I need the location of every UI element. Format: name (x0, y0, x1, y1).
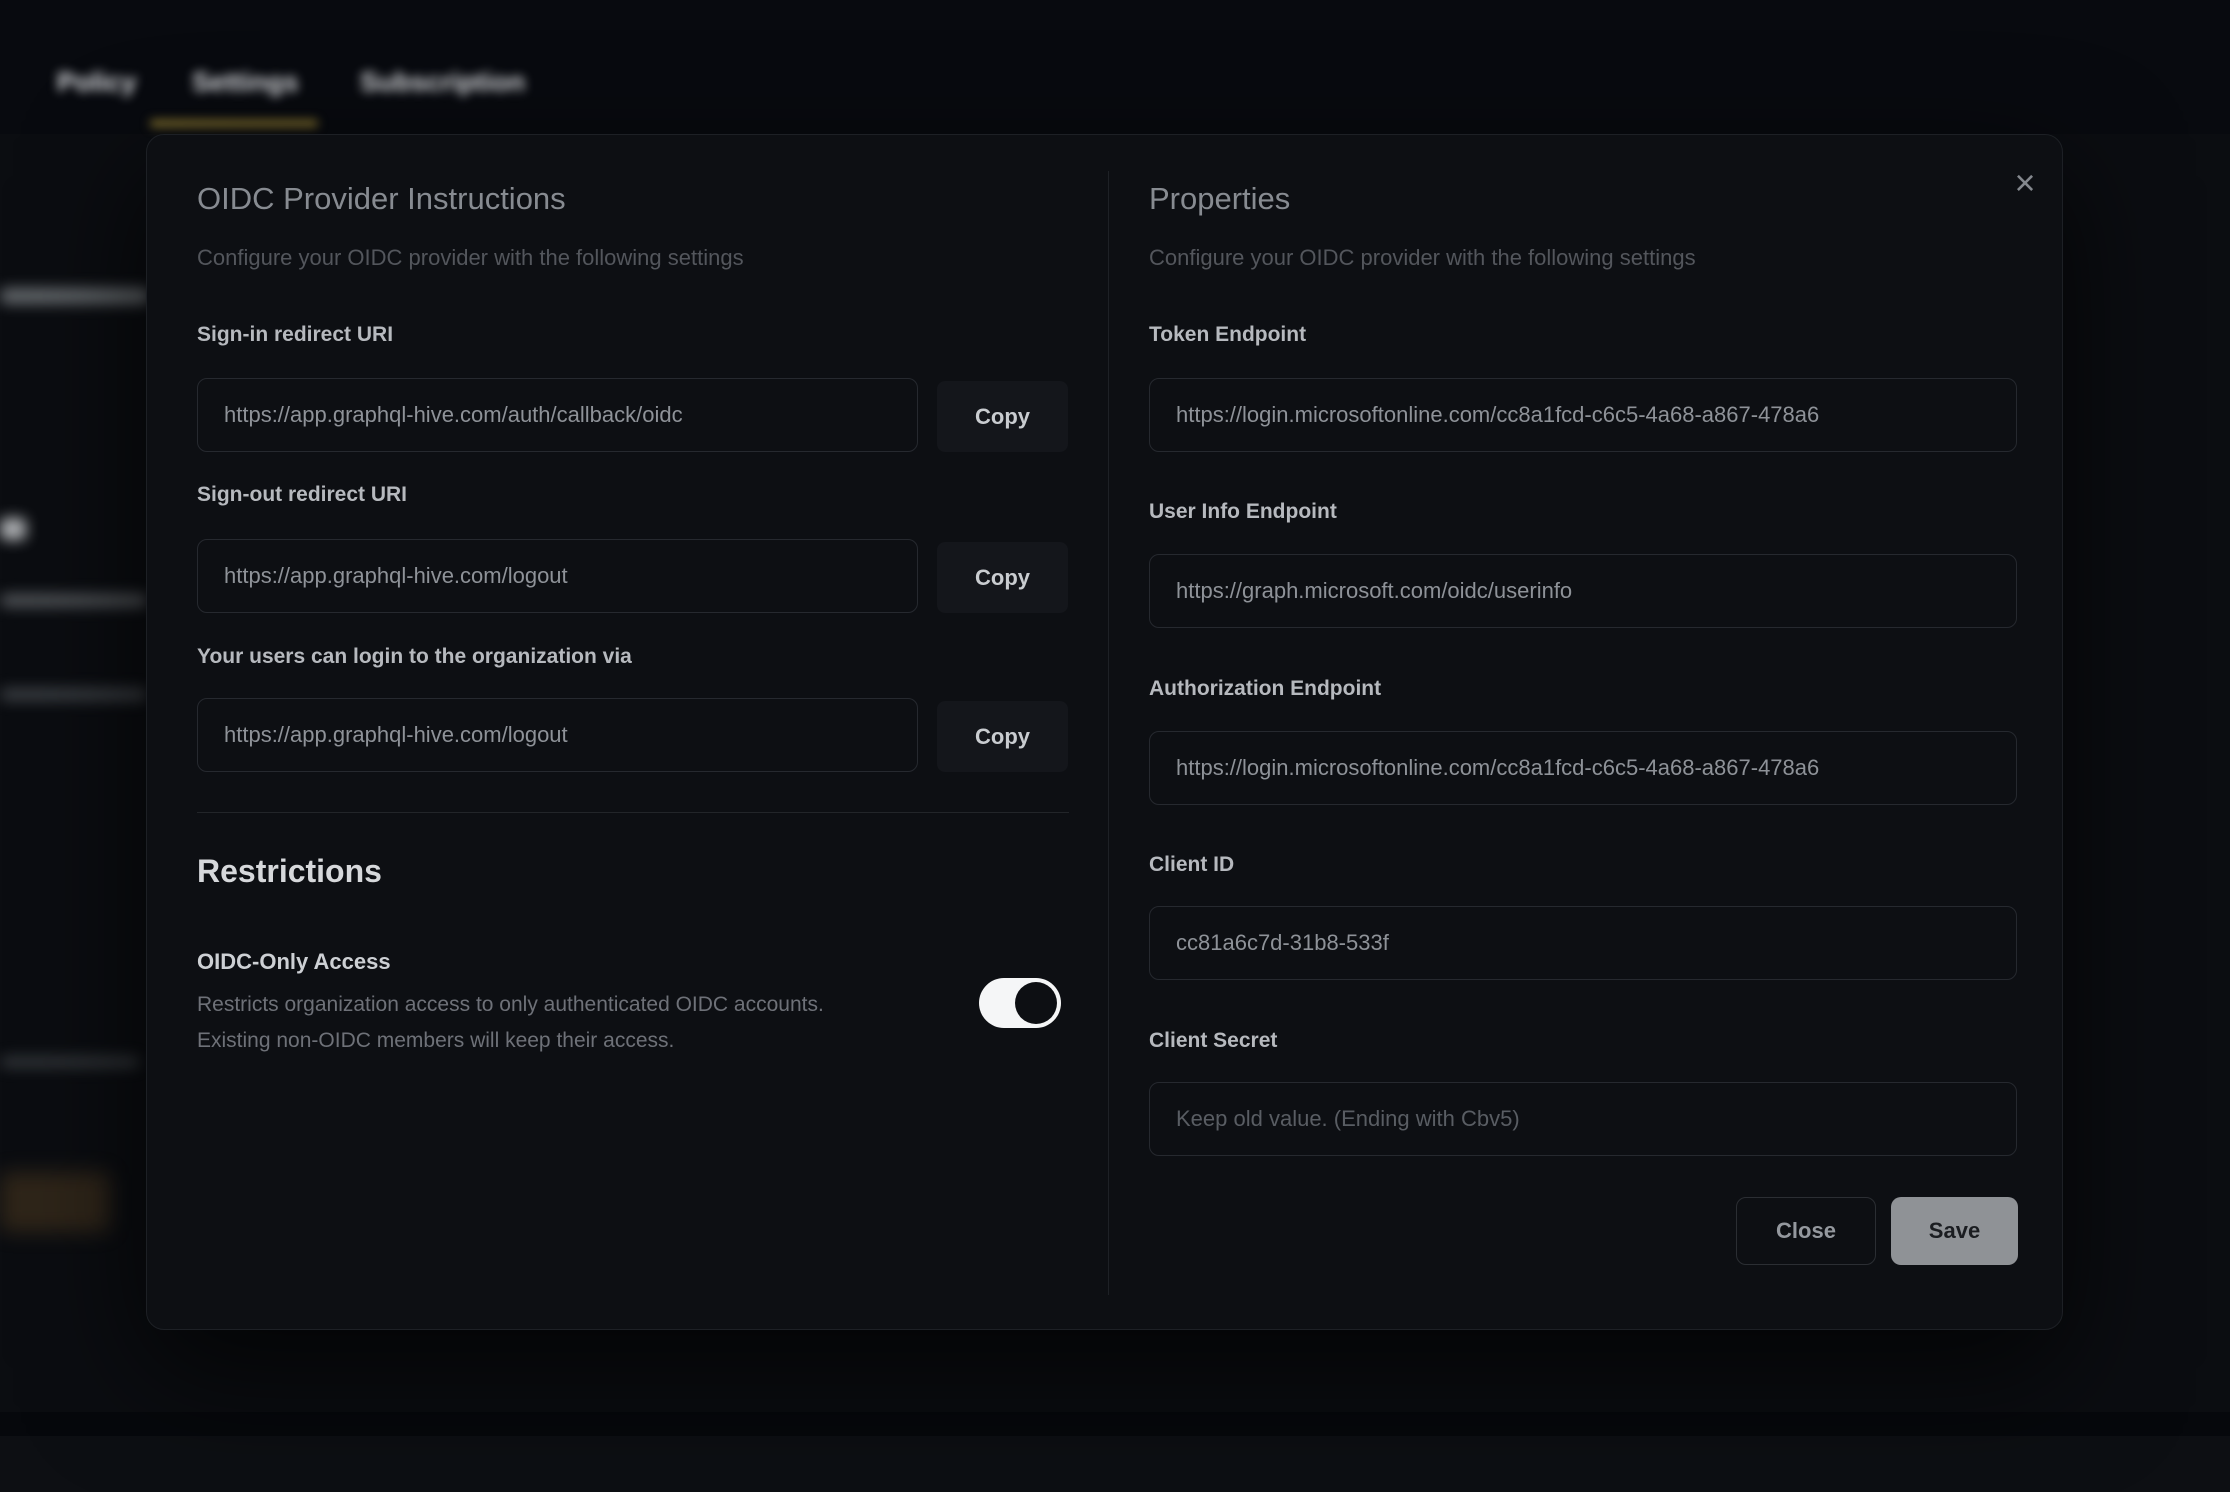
instructions-subtitle: Configure your OIDC provider with the fo… (197, 245, 744, 271)
user-info-endpoint-label: User Info Endpoint (1149, 500, 1337, 524)
close-icon[interactable]: × (2003, 161, 2047, 205)
authorization-endpoint-input[interactable] (1149, 731, 2017, 805)
user-info-endpoint-input[interactable] (1149, 554, 2017, 628)
client-secret-input[interactable] (1149, 1082, 2017, 1156)
oidc-settings-modal: × OIDC Provider Instructions Configure y… (146, 134, 2063, 1330)
copy-signin-uri-button[interactable]: Copy (937, 381, 1068, 452)
tab-subscription-label: Subscription (360, 67, 525, 98)
oidc-only-access-toggle[interactable] (979, 978, 1061, 1028)
blurred-dot (0, 518, 26, 540)
restrictions-divider (197, 812, 1069, 813)
blurred-button (0, 1172, 110, 1232)
blurred-text-line (0, 594, 148, 607)
properties-subtitle: Configure your OIDC provider with the fo… (1149, 245, 1696, 271)
restrictions-title: Restrictions (197, 853, 382, 890)
tab-policy-label: Policy (57, 67, 137, 98)
blurred-text-line (0, 288, 150, 304)
oidc-only-access-description-line2: Existing non-OIDC members will keep thei… (197, 1023, 674, 1059)
blurred-text-line (0, 688, 148, 701)
token-endpoint-label: Token Endpoint (1149, 323, 1306, 347)
tab-subscription[interactable]: Subscription (360, 62, 525, 102)
active-tab-underline (150, 120, 318, 127)
page-footer-strip (0, 1412, 2230, 1436)
oidc-only-access-description-line1: Restricts organization access to only au… (197, 987, 824, 1023)
signout-redirect-uri-input[interactable] (197, 539, 918, 613)
token-endpoint-input[interactable] (1149, 378, 2017, 452)
tab-settings[interactable]: Settings (192, 62, 299, 102)
signin-redirect-uri-input[interactable] (197, 378, 918, 452)
properties-title: Properties (1149, 181, 1290, 217)
login-via-label: Your users can login to the organization… (197, 645, 632, 669)
copy-login-via-button[interactable]: Copy (937, 701, 1068, 772)
tab-settings-label: Settings (192, 67, 299, 98)
toggle-knob (1015, 982, 1057, 1024)
client-secret-label: Client Secret (1149, 1029, 1277, 1053)
instructions-title: OIDC Provider Instructions (197, 181, 566, 217)
close-button[interactable]: Close (1736, 1197, 1876, 1265)
save-button[interactable]: Save (1891, 1197, 2018, 1265)
authorization-endpoint-label: Authorization Endpoint (1149, 677, 1381, 701)
column-divider (1108, 171, 1109, 1295)
copy-signout-uri-button[interactable]: Copy (937, 542, 1068, 613)
client-id-label: Client ID (1149, 853, 1234, 877)
signout-redirect-uri-label: Sign-out redirect URI (197, 483, 407, 507)
tab-policy[interactable]: Policy (57, 62, 137, 102)
signin-redirect-uri-label: Sign-in redirect URI (197, 323, 393, 347)
page-top-band (0, 0, 2230, 134)
client-id-input[interactable] (1149, 906, 2017, 980)
blurred-text-line (0, 1056, 140, 1068)
page-footer-area (0, 1436, 2230, 1492)
login-via-input[interactable] (197, 698, 918, 772)
oidc-only-access-label: OIDC-Only Access (197, 949, 391, 975)
